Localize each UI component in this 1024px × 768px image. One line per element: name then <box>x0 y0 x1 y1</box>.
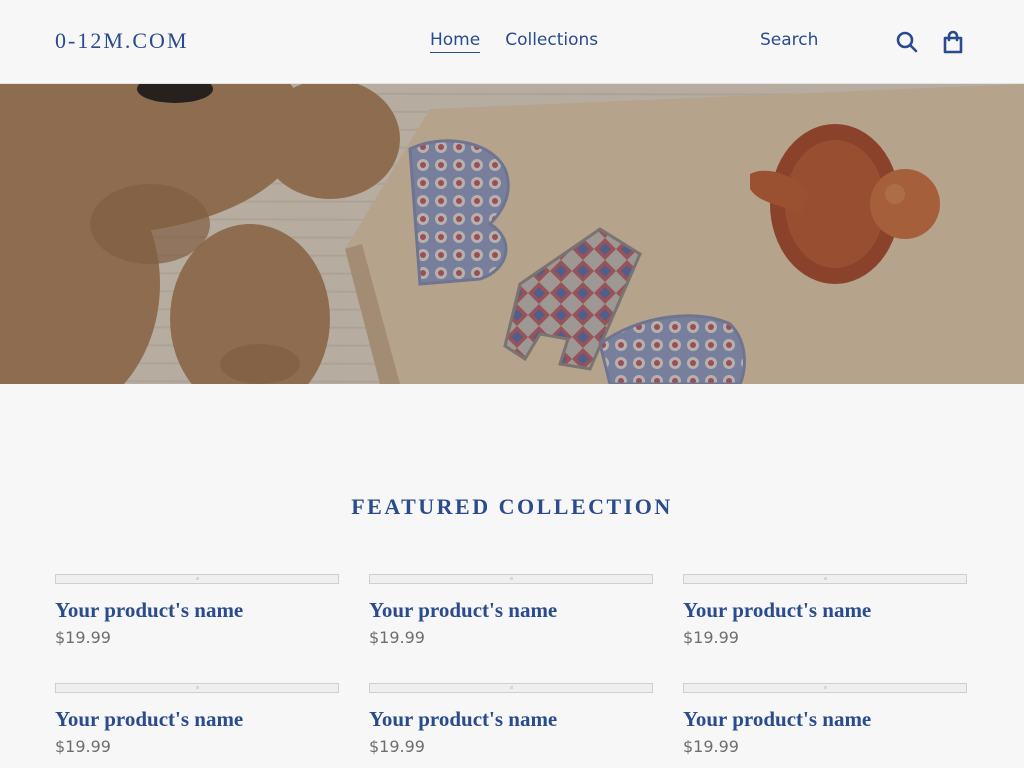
product-price: $19.99 <box>683 628 739 647</box>
product-image[interactable] <box>369 574 653 584</box>
product-name[interactable]: Your product's name <box>55 598 339 623</box>
product-card[interactable]: Your product's name $19.99 <box>683 683 967 760</box>
site-logo[interactable]: 0-12M.COM <box>55 28 189 54</box>
product-card[interactable]: Your product's name $19.99 <box>55 683 339 760</box>
product-price: $19.99 <box>683 737 739 756</box>
product-grid: Your product's name $19.99 Your product'… <box>55 574 967 760</box>
product-image[interactable] <box>369 683 653 693</box>
product-price: $19.99 <box>55 737 111 756</box>
product-card[interactable]: Your product's name $19.99 <box>369 683 653 760</box>
product-name[interactable]: Your product's name <box>369 598 653 623</box>
nav-home-link[interactable]: Home <box>430 30 481 53</box>
nav-collections-link[interactable]: Collections <box>505 30 598 53</box>
main-nav: Home Collections <box>430 30 598 53</box>
search-icon[interactable] <box>893 28 921 56</box>
product-card[interactable]: Your product's name $19.99 <box>369 574 653 651</box>
product-image[interactable] <box>55 574 339 584</box>
product-price: $19.99 <box>369 737 425 756</box>
product-card[interactable]: Your product's name $19.99 <box>55 574 339 651</box>
hero-banner <box>0 84 1024 384</box>
site-header: 0-12M.COM Home Collections Search <box>0 0 1024 84</box>
product-price: $19.99 <box>55 628 111 647</box>
featured-collection-title: Featured collection <box>351 494 673 519</box>
product-name[interactable]: Your product's name <box>55 707 339 732</box>
search-label[interactable]: Search <box>760 30 818 50</box>
product-image[interactable] <box>55 683 339 693</box>
hero-image <box>0 84 1024 384</box>
product-price: $19.99 <box>369 628 425 647</box>
product-name[interactable]: Your product's name <box>683 707 967 732</box>
product-image[interactable] <box>683 683 967 693</box>
product-image[interactable] <box>683 574 967 584</box>
product-name[interactable]: Your product's name <box>683 598 967 623</box>
product-name[interactable]: Your product's name <box>369 707 653 732</box>
product-card[interactable]: Your product's name $19.99 <box>683 574 967 651</box>
cart-icon[interactable] <box>939 28 967 56</box>
